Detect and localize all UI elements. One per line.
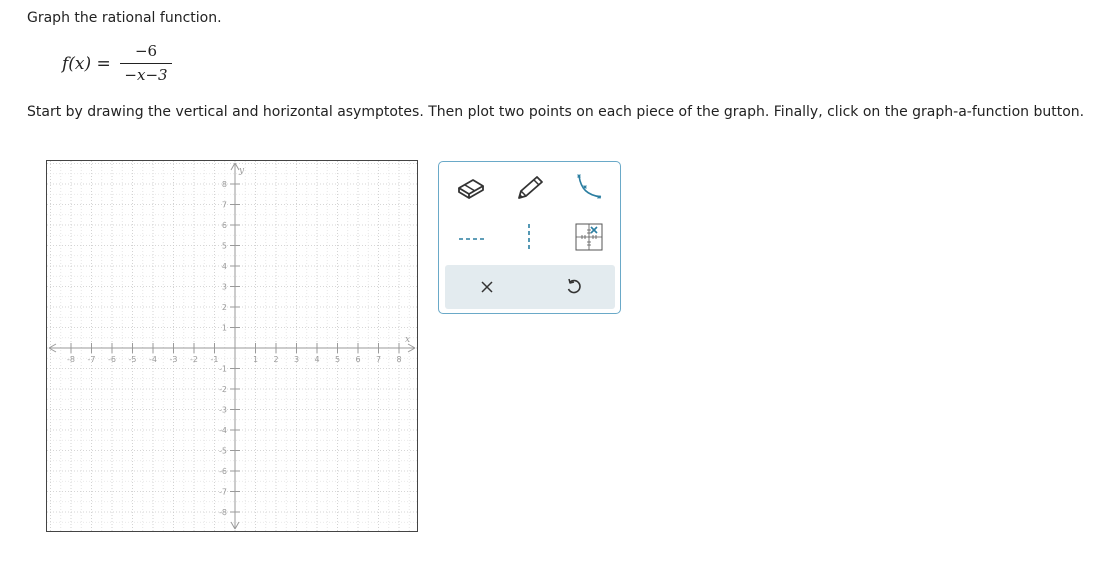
toolbox-actions xyxy=(445,265,615,309)
y-tick-label: 4 xyxy=(222,262,227,271)
undo-icon xyxy=(567,278,581,294)
eraser-icon xyxy=(458,179,484,199)
y-tick-label: 2 xyxy=(222,303,227,312)
graph-function-button[interactable] xyxy=(571,222,607,252)
prompt-text: Graph the rational function. xyxy=(27,10,222,26)
y-tick-label: -6 xyxy=(219,467,227,476)
rational-curve-icon xyxy=(577,174,602,199)
undo-button[interactable] xyxy=(554,272,594,302)
y-axis-label: y xyxy=(238,166,245,176)
y-tick-label: -8 xyxy=(219,508,227,517)
horizontal-asymptote-tool-button[interactable] xyxy=(453,222,489,252)
y-tick-label: -1 xyxy=(219,365,227,374)
y-tick-label: 3 xyxy=(222,283,227,292)
horizontal-asymptote-icon xyxy=(459,238,485,240)
formula-fraction: −6 −x−3 xyxy=(120,42,172,84)
y-tick-label: -3 xyxy=(219,406,227,415)
rational-curve-tool-button[interactable] xyxy=(571,173,607,203)
x-tick-label: -2 xyxy=(190,355,198,364)
pencil-tool-button[interactable] xyxy=(511,173,547,203)
x-tick-label: 8 xyxy=(396,355,401,364)
formula-numerator: −6 xyxy=(134,42,158,60)
coordinate-plane[interactable]: -8 -7 -6 -5 -4 -3 -2 -1 1 2 3 4 5 6 7 8 8 7 6 5 4 3 2 1 -1 -2 -3 -4… xyxy=(47,161,417,531)
x-axis-label: x xyxy=(405,335,410,345)
x-tick-label: -4 xyxy=(149,355,157,364)
pencil-icon xyxy=(518,176,543,199)
graph-toolbox xyxy=(438,161,621,314)
x-tick-label: 3 xyxy=(294,355,299,364)
graph-function-icon xyxy=(575,223,603,251)
vertical-asymptote-tool-button[interactable] xyxy=(511,222,547,252)
x-tick-label: 1 xyxy=(253,355,258,364)
clear-icon xyxy=(481,281,493,293)
formula-denominator: −x−3 xyxy=(124,66,168,84)
y-tick-label: 7 xyxy=(222,201,227,210)
x-tick-label: -7 xyxy=(88,355,96,364)
x-tick-label: 2 xyxy=(273,355,278,364)
y-tick-label: 5 xyxy=(222,242,227,251)
y-tick-label: -2 xyxy=(219,385,227,394)
vertical-asymptote-icon xyxy=(528,224,530,250)
y-tick-label: 1 xyxy=(222,324,227,333)
y-tick-label: -4 xyxy=(219,426,227,435)
y-tick-label: -5 xyxy=(219,447,227,456)
clear-button[interactable] xyxy=(467,272,507,302)
instructions-text: Start by drawing the vertical and horizo… xyxy=(27,104,1085,120)
graph-canvas[interactable]: -8 -7 -6 -5 -4 -3 -2 -1 1 2 3 4 5 6 7 8 8 7 6 5 4 3 2 1 -1 -2 -3 -4… xyxy=(46,160,418,532)
x-tick-label: -8 xyxy=(67,355,75,364)
x-tick-label: 6 xyxy=(355,355,360,364)
x-tick-label: -5 xyxy=(129,355,137,364)
fraction-bar xyxy=(120,63,172,64)
y-tick-label: 6 xyxy=(222,221,227,230)
x-tick-label: 5 xyxy=(335,355,340,364)
formula-lhs: f(x) = xyxy=(62,54,111,74)
x-tick-label: -6 xyxy=(108,355,116,364)
eraser-tool-button[interactable] xyxy=(453,173,489,203)
x-tick-label: -3 xyxy=(170,355,178,364)
x-tick-label: 7 xyxy=(376,355,381,364)
y-tick-label: -7 xyxy=(219,488,227,497)
y-tick-label: 8 xyxy=(222,180,227,189)
x-tick-label: -1 xyxy=(211,355,219,364)
x-tick-label: 4 xyxy=(314,355,319,364)
